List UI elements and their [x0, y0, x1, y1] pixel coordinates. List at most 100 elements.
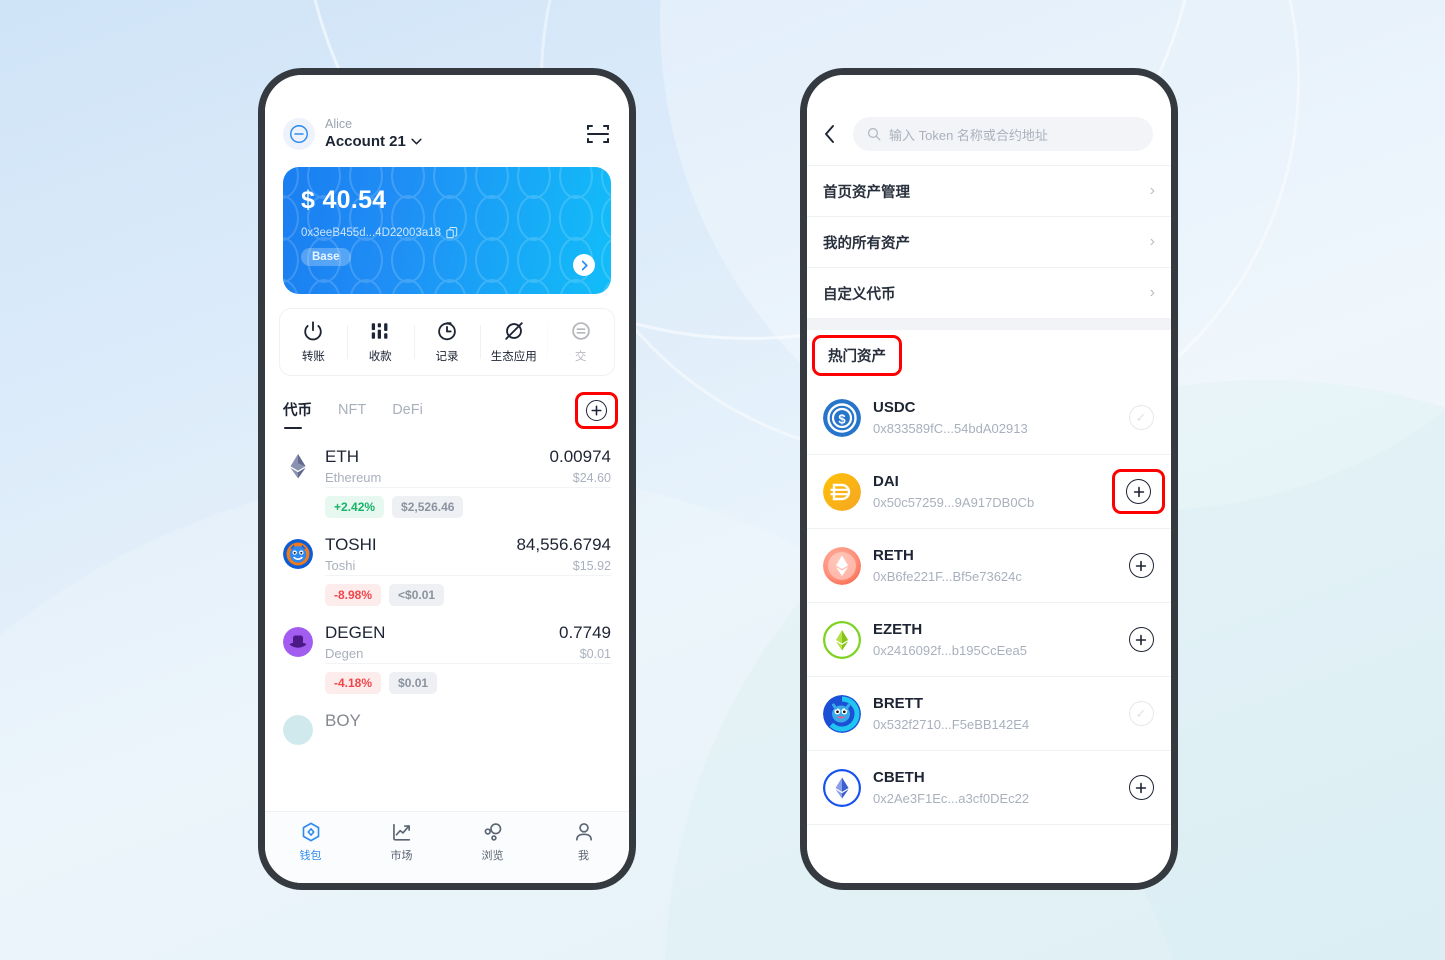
- token-symbol: TOSHI: [325, 535, 377, 554]
- tab-tokens[interactable]: 代币: [283, 399, 312, 429]
- asset-action: [1127, 775, 1155, 800]
- nav-label: 我: [578, 850, 589, 862]
- token-info: BOY: [325, 710, 611, 732]
- token-row[interactable]: BOY: [265, 700, 629, 745]
- token-chips: -4.18% $0.01: [325, 663, 611, 700]
- token-name: Toshi: [325, 558, 356, 573]
- token-values: 84,556.6794 $15.92: [516, 534, 611, 575]
- token-row[interactable]: DEGEN Degen 0.7749 $0.01 -4.18% $0.01: [265, 612, 629, 700]
- asset-row[interactable]: $ USDC 0x833589fC...54bdA02913 ✓: [807, 381, 1171, 455]
- nav-item-wallet[interactable]: 钱包: [265, 821, 356, 863]
- tab-defi[interactable]: DeFi: [392, 402, 423, 425]
- search-input[interactable]: 输入 Token 名称或合约地址: [853, 117, 1153, 151]
- asset-row[interactable]: RETH 0xB6fe221F...Bf5e73624c: [807, 529, 1171, 603]
- scan-qr-button[interactable]: [585, 121, 611, 147]
- account-label: Account 21: [325, 133, 406, 150]
- nav-item-browse[interactable]: 浏览: [447, 821, 538, 863]
- ezeth-token-icon: [823, 620, 861, 659]
- token-main: DEGEN Degen 0.7749 $0.01: [283, 622, 611, 663]
- token-chips: +2.42% $2,526.46: [325, 487, 611, 524]
- cbeth-token-icon: [823, 768, 861, 807]
- token-quantity: 84,556.6794: [516, 535, 611, 554]
- token-info: ETH Ethereum: [325, 446, 538, 487]
- chevron-right-icon: ›: [1149, 233, 1155, 250]
- account-header: Alice Account 21: [265, 75, 629, 159]
- receive-bars-icon: [371, 323, 388, 339]
- asset-row[interactable]: CBETH 0x2Ae3F1Ec...a3cf0DEc22: [807, 751, 1171, 825]
- token-list: ETH Ethereum 0.00974 $24.60 +2.42% $2,52…: [265, 436, 629, 745]
- asset-tabs: 代币 NFT DeFi: [283, 392, 618, 430]
- add-token-button[interactable]: [586, 400, 607, 421]
- chevron-down-icon: [411, 138, 422, 145]
- menu-item-all-assets[interactable]: 我的所有资产 ›: [807, 217, 1171, 268]
- token-symbol: ETH: [325, 447, 359, 466]
- add-token-screen: 输入 Token 名称或合约地址 首页资产管理 › 我的所有资产 › 自定义代币…: [807, 75, 1171, 883]
- nav-label: 浏览: [481, 850, 504, 862]
- token-row[interactable]: ETH Ethereum 0.00974 $24.60 +2.42% $2,52…: [265, 436, 629, 524]
- token-name: Degen: [325, 646, 364, 661]
- action-transfer[interactable]: 转账: [280, 309, 347, 375]
- token-price-chip: <$0.01: [389, 584, 445, 606]
- brett-token-icon: [823, 694, 861, 733]
- asset-action: ✓: [1127, 405, 1155, 430]
- chain-badge: Base: [301, 248, 351, 266]
- account-selector[interactable]: Account 21: [325, 132, 585, 151]
- boy-token-icon: [283, 715, 313, 745]
- balance-card[interactable]: $ 40.54 0x3eeB455d...4D22003a18 Base: [283, 167, 611, 294]
- wallet-home-phone: Alice Account 21 $ 40.54 0x3eeB455d...4D…: [258, 68, 636, 890]
- add-token-highlight: [575, 392, 618, 429]
- add-asset-button[interactable]: [1128, 553, 1154, 578]
- degen-token-icon: [283, 627, 313, 657]
- asset-address: 0xB6fe221F...Bf5e73624c: [873, 568, 1022, 584]
- asset-symbol: RETH: [873, 546, 914, 564]
- asset-row[interactable]: BRETT 0x532f2710...F5eBB142E4 ✓: [807, 677, 1171, 751]
- copy-icon[interactable]: [446, 227, 458, 239]
- token-row[interactable]: TOSHI Toshi 84,556.6794 $15.92 -8.98% <$…: [265, 524, 629, 612]
- action-dapps[interactable]: 生态应用: [480, 309, 547, 375]
- add-asset-button[interactable]: [1126, 479, 1151, 504]
- usdc-token-icon: $: [823, 398, 861, 437]
- background-decoration: [0, 0, 1445, 960]
- search-header: 输入 Token 名称或合约地址: [807, 75, 1171, 166]
- menu-item-home-asset-manage[interactable]: 首页资产管理 ›: [807, 166, 1171, 217]
- add-asset-button[interactable]: [1128, 775, 1154, 800]
- nav-label: 市场: [390, 850, 413, 862]
- add-asset-button[interactable]: [1128, 627, 1154, 652]
- asset-row[interactable]: EZETH 0x2416092f...b195CcEea5: [807, 603, 1171, 677]
- swap-icon: [571, 322, 590, 340]
- token-values: 0.7749 $0.01: [559, 622, 611, 663]
- token-values: 0.00974 $24.60: [550, 446, 611, 487]
- token-main: BOY: [283, 710, 611, 745]
- avatar[interactable]: [283, 118, 315, 150]
- asset-symbol: USDC: [873, 398, 916, 416]
- chevron-right-icon: [581, 260, 588, 270]
- card-detail-button[interactable]: [573, 254, 595, 276]
- wallet-home-screen: Alice Account 21 $ 40.54 0x3eeB455d...4D…: [265, 75, 629, 883]
- token-symbol: DEGEN: [325, 623, 386, 642]
- menu-item-custom-token[interactable]: 自定义代币 ›: [807, 268, 1171, 319]
- token-chips: -8.98% <$0.01: [325, 575, 611, 612]
- asset-symbol: EZETH: [873, 620, 923, 638]
- nav-item-profile[interactable]: 我: [538, 821, 629, 863]
- token-name: Ethereum: [325, 470, 382, 485]
- action-receive[interactable]: 收款: [346, 309, 414, 375]
- action-label: 转账: [301, 351, 325, 363]
- wallet-address-row[interactable]: 0x3eeB455d...4D22003a18: [301, 227, 593, 239]
- asset-row[interactable]: DAI 0x50c57259...9A917DB0Cb: [807, 455, 1171, 529]
- section-title: 热门资产: [828, 349, 886, 365]
- nav-item-market[interactable]: 市场: [356, 821, 447, 863]
- tab-nft[interactable]: NFT: [338, 402, 366, 425]
- asset-info: USDC 0x833589fC...54bdA02913: [873, 398, 1115, 438]
- check-circle-icon: ✓: [1128, 405, 1154, 430]
- wallet-address: 0x3eeB455d...4D22003a18: [301, 227, 442, 239]
- dai-token-icon: [823, 472, 861, 511]
- plus-icon: [1135, 560, 1147, 571]
- history-clock-icon: [438, 322, 456, 341]
- back-button[interactable]: [823, 124, 841, 144]
- bottom-navigation: 钱包 市场 浏览 我: [265, 811, 629, 883]
- action-swap[interactable]: 交: [547, 309, 614, 375]
- planet-dapp-icon: [505, 322, 523, 340]
- token-quantity: 0.00974: [549, 447, 611, 466]
- action-history[interactable]: 记录: [413, 309, 481, 375]
- chevron-right-icon: ›: [1149, 284, 1155, 301]
